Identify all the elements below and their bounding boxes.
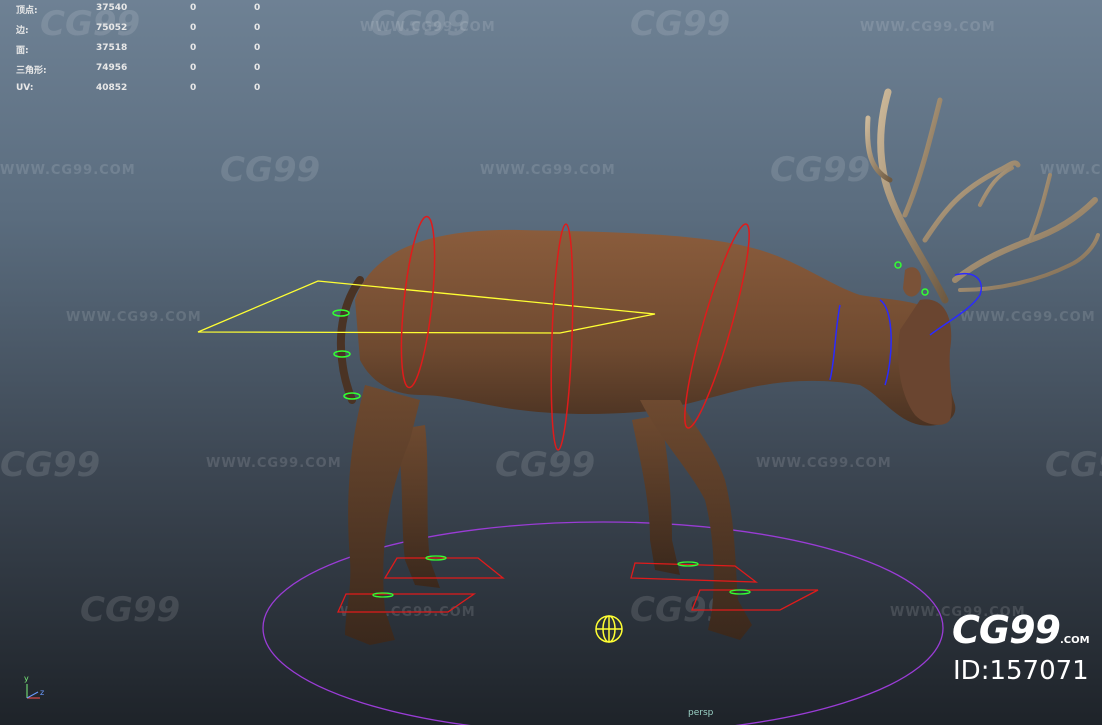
hud-label: 边: xyxy=(16,26,29,36)
hud-row-triangles: 三角形: 74956 0 0 xyxy=(16,60,276,80)
brand-id: ID:157071 xyxy=(953,656,1089,686)
hud-value: 40852 xyxy=(96,83,128,93)
hud-row-edges: 边: 75052 0 0 xyxy=(16,20,276,40)
brand-logo: CG99.COM xyxy=(952,608,1090,652)
3d-viewport[interactable]: CG99 CG99 CG99 WWW.CG99.COM WWW.CG99.COM… xyxy=(0,0,1102,725)
hud-value: 0 xyxy=(190,83,197,93)
hud-label: 三角形: xyxy=(16,66,47,76)
hud-label: UV: xyxy=(16,83,34,93)
deer-far-legs xyxy=(395,415,680,588)
hud-value: 74956 xyxy=(96,63,128,73)
scene-canvas[interactable] xyxy=(0,0,1102,725)
hud-row-faces: 面: 37518 0 0 xyxy=(16,40,276,60)
brand-logo-suffix: .COM xyxy=(1059,635,1090,646)
hud-value: 75052 xyxy=(96,23,128,33)
hud-value: 0 xyxy=(254,83,261,93)
hud-value: 0 xyxy=(190,23,197,33)
center-pivot-icon[interactable] xyxy=(595,615,623,643)
hud-value: 37540 xyxy=(96,3,128,13)
deer-body xyxy=(355,229,956,426)
deer-antlers xyxy=(865,88,1100,304)
hud-value: 0 xyxy=(254,23,261,33)
hud-row-vertices: 顶点: 37540 0 0 xyxy=(16,0,276,20)
axis-gizmo: y z xyxy=(18,674,58,704)
axis-lines-icon xyxy=(26,684,40,699)
hud-row-uvs: UV: 40852 0 0 xyxy=(16,80,276,100)
camera-name-label: persp xyxy=(688,708,714,718)
hud-value: 0 xyxy=(254,63,261,73)
deer-ear xyxy=(903,267,922,297)
hud-value: 0 xyxy=(254,43,261,53)
hud-value: 0 xyxy=(190,43,197,53)
hud-value: 0 xyxy=(190,3,197,13)
poly-count-hud: 顶点: 37540 0 0 边: 75052 0 0 面: 37518 0 0 … xyxy=(16,0,276,100)
hud-value: 0 xyxy=(254,3,261,13)
brand-logo-text: CG99 xyxy=(952,608,1061,652)
hud-label: 顶点: xyxy=(16,6,38,16)
hud-value: 0 xyxy=(190,63,197,73)
hud-label: 面: xyxy=(16,46,29,56)
hud-value: 37518 xyxy=(96,43,128,53)
